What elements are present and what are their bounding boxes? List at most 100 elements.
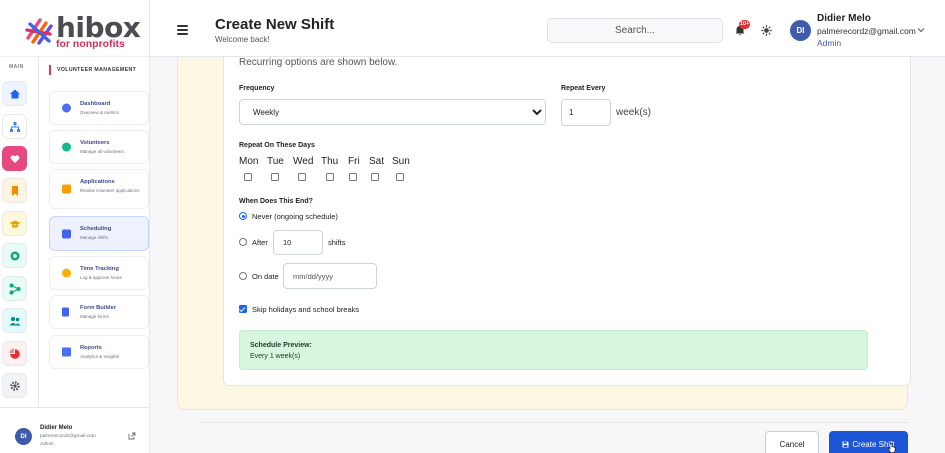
menu-item-volunteers[interactable]: Volunteers Manage all volunteers (49, 130, 149, 164)
calendar-icon (62, 229, 71, 238)
page-title: Create New Shift (215, 16, 335, 33)
rail-bookmark[interactable] (2, 178, 27, 203)
create-shift-button[interactable]: Create Shift (829, 431, 908, 453)
rail-settings[interactable] (2, 373, 27, 398)
day-label-thu: Thu (321, 156, 339, 167)
chevron-down-icon[interactable] (917, 27, 925, 33)
day-checkbox-tue[interactable] (271, 173, 279, 181)
footer-divider (200, 422, 908, 423)
pointer-cursor-icon (888, 443, 896, 453)
skip-holidays-checkbox[interactable] (239, 305, 247, 313)
schedule-preview: Schedule Preview: Every 1 week(s) (239, 330, 868, 370)
menu-item-title: Form Builder (80, 305, 117, 311)
menu-item-dashboard[interactable]: Dashboard Overview & metrics (49, 91, 149, 125)
menu-item-subtitle: Manage shifts (80, 235, 109, 240)
circle-dot-icon (10, 251, 19, 260)
bookmark-icon (11, 185, 18, 196)
header-user-role: Admin (817, 38, 842, 48)
menu-item-form-builder[interactable]: Form Builder Manage forms (49, 295, 149, 329)
rail-workflow[interactable] (2, 276, 27, 301)
notification-badge: 10+ (739, 20, 751, 29)
end-never-radio[interactable] (239, 212, 247, 220)
end-date-radio[interactable] (239, 272, 247, 280)
recurrence-hint: Recurring options are shown below. (239, 57, 398, 68)
logo-area: hibox for nonprofits (0, 0, 150, 57)
menu-heading: VOLUNTEER MANAGEMENT (49, 65, 136, 75)
day-checkbox-sun[interactable] (396, 173, 404, 181)
clock-icon (62, 268, 71, 278)
rail-home[interactable] (2, 81, 27, 106)
day-label-tue: Tue (267, 156, 284, 167)
brand-tagline: for nonprofits (56, 38, 125, 50)
menu-item-applications[interactable]: Applications Review volunteer applicatio… (49, 169, 149, 209)
sidebar-user: DI Didier Melo palmerecordz@gmail.com Ad… (0, 407, 150, 453)
rail-analytics[interactable] (2, 341, 27, 366)
menu-item-title: Dashboard (80, 101, 111, 107)
rail-education[interactable] (2, 211, 27, 236)
applications-icon (62, 184, 71, 194)
avatar[interactable]: DI (15, 428, 32, 445)
page-subtitle: Welcome back! (215, 35, 270, 44)
menu-item-subtitle: Review volunteer applications (80, 188, 140, 193)
people-icon (9, 316, 20, 325)
menu-item-reports[interactable]: Reports Analytics & Insights (49, 335, 149, 369)
cancel-button[interactable]: Cancel (765, 431, 819, 453)
brand-logo[interactable]: hibox for nonprofits (24, 11, 141, 50)
end-after-unit: shifts (328, 238, 346, 247)
menu-item-subtitle: Overview & metrics (80, 110, 119, 115)
top-header: Create New Shift Welcome back! 10+ DI Di… (150, 0, 945, 57)
day-checkbox-sat[interactable] (371, 173, 379, 181)
graduation-cap-icon (9, 220, 20, 228)
menu-item-scheduling[interactable]: Scheduling Manage shifts (49, 216, 149, 251)
day-checkbox-fri[interactable] (349, 173, 357, 181)
repeat-unit: week(s) (616, 107, 652, 118)
dashboard-icon (62, 103, 71, 113)
end-date-label[interactable]: On date (252, 272, 279, 281)
day-checkbox-mon[interactable] (244, 173, 252, 181)
menu-item-subtitle: Analytics & Insights (80, 354, 120, 359)
header-user-name[interactable]: Didier Melo (817, 13, 871, 24)
menu-toggle-icon[interactable] (177, 25, 188, 35)
rail-people[interactable] (2, 308, 27, 333)
avatar[interactable]: DI (790, 20, 811, 41)
rail-activity[interactable] (2, 243, 27, 268)
heart-hand-icon (10, 154, 19, 163)
day-label-fri: Fri (348, 156, 360, 167)
day-label-mon: Mon (239, 156, 259, 167)
external-link-icon[interactable] (128, 432, 136, 440)
menu-item-subtitle: Log & approve hours (80, 275, 122, 280)
rail-label: MAIN (9, 64, 24, 70)
repeat-every-label: Repeat Every (561, 85, 606, 92)
end-label: When Does This End? (239, 198, 313, 205)
menu-item-title: Volunteers (80, 140, 110, 146)
menu-item-subtitle: Manage all volunteers (80, 149, 125, 154)
end-date-input[interactable] (283, 263, 377, 289)
pie-chart-icon (9, 348, 20, 359)
icon-rail: MAIN (0, 57, 39, 407)
theme-toggle-icon[interactable] (761, 25, 772, 36)
sidebar-user-name: Didier Melo (40, 425, 73, 431)
header-user-email: palmerecordz@gmail.com (817, 26, 916, 36)
search-input[interactable] (547, 18, 723, 43)
rail-organization[interactable] (2, 114, 27, 139)
skip-holidays-label[interactable]: Skip holidays and school breaks (252, 305, 359, 314)
menu-item-title: Scheduling (80, 226, 112, 232)
gear-icon (9, 380, 20, 391)
day-checkbox-wed[interactable] (298, 173, 306, 181)
end-after-label[interactable]: After (252, 238, 268, 247)
day-label-sat: Sat (369, 156, 385, 167)
org-chart-icon (9, 121, 20, 132)
repeat-every-input[interactable] (561, 99, 611, 126)
brand-mark-icon (25, 18, 53, 45)
end-never-label[interactable]: Never (ongoing schedule) (252, 212, 338, 221)
rail-volunteer[interactable] (2, 146, 27, 171)
home-icon (9, 89, 20, 98)
main-content: Recurring options are shown below. Frequ… (150, 57, 945, 453)
menu-item-time-tracking[interactable]: Time Tracking Log & approve hours (49, 256, 149, 290)
end-after-radio[interactable] (239, 238, 247, 246)
preview-text: Every 1 week(s) (250, 353, 301, 360)
frequency-select[interactable]: Weekly (239, 99, 546, 125)
occurrences-input[interactable] (273, 230, 323, 255)
menu-item-subtitle: Manage forms (80, 314, 109, 319)
day-checkbox-thu[interactable] (326, 173, 334, 181)
